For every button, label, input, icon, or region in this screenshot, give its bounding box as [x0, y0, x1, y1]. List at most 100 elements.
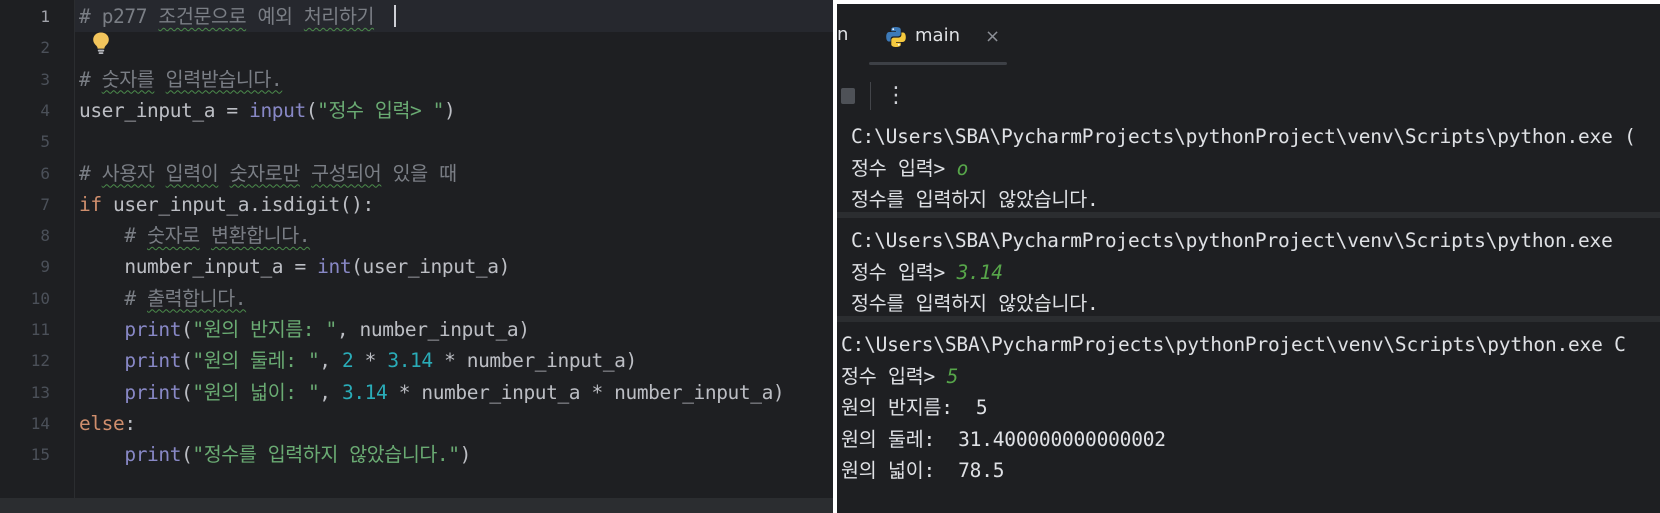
code-token-plain: number_input_a =: [79, 255, 318, 279]
code-line: # 출력합니다.: [79, 282, 246, 315]
code-line: # 숫자로 변환합니다.: [79, 219, 310, 252]
code-token-string: "정수 입력> ": [317, 98, 445, 122]
console-block-separator: [837, 212, 1660, 218]
console-line: C:\Users\SBA\PycharmProjects\pythonProje…: [841, 328, 1626, 361]
console-text: 원의 반지름: 5: [841, 396, 988, 419]
code-token-plain: * number_input_a * number_input_a): [387, 380, 785, 404]
console-text: 원의 넓이: 78.5: [841, 459, 1005, 482]
line-number: 8: [40, 226, 50, 246]
more-options-icon[interactable]: ⋮: [885, 80, 907, 112]
code-token-string: "원의 넓이: ": [192, 380, 320, 404]
code-token-builtin: int: [317, 255, 352, 279]
code-editor[interactable]: 1 2 3 4 5 6 7 8 9 10 11 12 13 14 15 # p277 조건문으로 예외 처리…: [0, 0, 833, 513]
console-text: 정수 입력>: [851, 260, 957, 284]
run-tab-bar: n main ×: [837, 4, 1660, 68]
code-line: else:: [79, 407, 136, 440]
line-number: 15: [30, 445, 50, 465]
stop-icon[interactable]: [841, 88, 855, 104]
code-token-number: 3.14: [341, 380, 388, 404]
line-number: 12: [30, 351, 50, 371]
line-number: 4: [40, 100, 50, 120]
code-token-plain: *: [353, 349, 388, 373]
code-token-plain: (: [305, 98, 318, 122]
line-number: 6: [40, 163, 50, 183]
code-token-builtin: input: [249, 98, 306, 122]
code-token-comment: # p277 조건문으로 예외 처리하기: [79, 5, 375, 28]
line-number: 5: [40, 132, 50, 152]
line-number: 14: [30, 413, 50, 433]
console-line: C:\Users\SBA\PycharmProjects\pythonProje…: [851, 120, 1636, 153]
code-token-number: 2: [341, 349, 354, 373]
code-line: if user_input_a.isdigit():: [79, 188, 374, 221]
code-line: # p277 조건문으로 예외 처리하기: [79, 0, 374, 33]
code-token-plain: * number_input_a): [432, 349, 637, 373]
lightbulb-icon[interactable]: [91, 31, 111, 55]
close-icon[interactable]: ×: [985, 26, 1000, 47]
console-line: 정수 입력> 3.14: [851, 256, 1003, 289]
console-text: C:\Users\SBA\PycharmProjects\pythonProje…: [851, 125, 1636, 148]
code-token-string: "원의 반지름: ": [192, 318, 337, 341]
code-token-comment: # 출력합니다.: [124, 286, 247, 310]
text-caret: [394, 5, 396, 27]
console-line: C:\Users\SBA\PycharmProjects\pythonProje…: [851, 224, 1613, 257]
code-token-comment: # 숫자로 변환합니다.: [124, 224, 311, 248]
code-token-plain: (: [181, 443, 193, 467]
line-number: 10: [30, 288, 50, 308]
code-token-builtin: print: [124, 349, 182, 373]
code-token-keyword: else: [79, 411, 125, 435]
tab-main-label: main: [915, 25, 960, 46]
code-token-builtin: print: [124, 380, 182, 404]
code-token-plain: (user_input_a): [351, 255, 510, 279]
line-number: 1: [40, 7, 50, 26]
code-line: print("정수를 입력하지 않았습니다."): [79, 438, 471, 471]
line-number: 2: [40, 38, 50, 58]
console-line: 원의 반지름: 5: [841, 391, 988, 424]
code-token-string: "원의 둘레: ": [192, 349, 320, 373]
console-line: 정수 입력> 5: [841, 360, 958, 393]
tab-previous-fragment[interactable]: n: [837, 24, 848, 45]
run-toolbar: ⋮: [837, 78, 1660, 118]
python-icon: [886, 27, 906, 47]
console-text: C:\Users\SBA\PycharmProjects\pythonProje…: [851, 229, 1613, 252]
console-user-input: 3.14: [956, 260, 1003, 284]
gutter-divider: [74, 0, 75, 498]
line-number: 11: [30, 320, 50, 339]
code-token-plain: ,: [319, 380, 342, 404]
code-token-plain: , number_input_a): [336, 318, 530, 341]
selected-tab-indicator: [869, 62, 1007, 65]
code-token-plain: (: [181, 318, 193, 341]
toolbar-divider: [870, 82, 871, 110]
tab-main[interactable]: main ×: [885, 18, 1009, 64]
code-line: print("원의 넓이: ", 3.14 * number_input_a *…: [79, 376, 784, 409]
code-token-plain: (: [181, 380, 193, 404]
code-token-builtin: print: [124, 443, 182, 467]
code-line: number_input_a = int(user_input_a): [79, 250, 510, 283]
code-token-number: 3.14: [387, 349, 433, 373]
code-token-builtin: print: [124, 318, 182, 341]
run-tool-window: n main × ⋮ C:\Users\SBA\PycharmProjects\…: [837, 4, 1660, 513]
code-token-plain: ): [459, 443, 472, 467]
code-line: # 사용자 입력이 숫자로만 구성되어 있을 때: [79, 157, 457, 190]
code-token-plain: (: [181, 349, 193, 373]
screenshot-root: 1 2 3 4 5 6 7 8 9 10 11 12 13 14 15 # p277 조건문으로 예외 처리…: [0, 0, 1660, 513]
console-line: 정수 입력> o: [851, 152, 968, 185]
code-line: print("원의 둘레: ", 2 * 3.14 * number_input…: [79, 344, 637, 377]
code-token-plain: user_input_a.isdigit():: [113, 192, 374, 216]
console-block-separator: [837, 316, 1660, 322]
line-number: 3: [40, 69, 50, 89]
editor-bottom-bar: [0, 498, 833, 513]
console-text: C:\Users\SBA\PycharmProjects\pythonProje…: [841, 333, 1626, 356]
code-token-plain: user_input_a =: [79, 98, 250, 122]
code-line: # 숫자를 입력받습니다.: [79, 63, 283, 96]
code-token-comment: # 사용자 입력이 숫자로만 구성되어 있을 때: [79, 161, 457, 185]
code-line: print("원의 반지름: ", number_input_a): [79, 313, 530, 346]
code-token-plain: :: [124, 411, 136, 435]
console-line: 원의 둘레: 31.400000000000002: [841, 423, 1166, 456]
console-text: 정수를 입력하지 않았습니다.: [851, 292, 1099, 315]
line-number-gutter: 1 2 3 4 5 6 7 8 9 10 11 12 13 14 15: [0, 0, 74, 513]
code-line: user_input_a = input("정수 입력> "): [79, 94, 456, 127]
code-token-string: "정수를 입력하지 않았습니다.": [192, 443, 460, 467]
